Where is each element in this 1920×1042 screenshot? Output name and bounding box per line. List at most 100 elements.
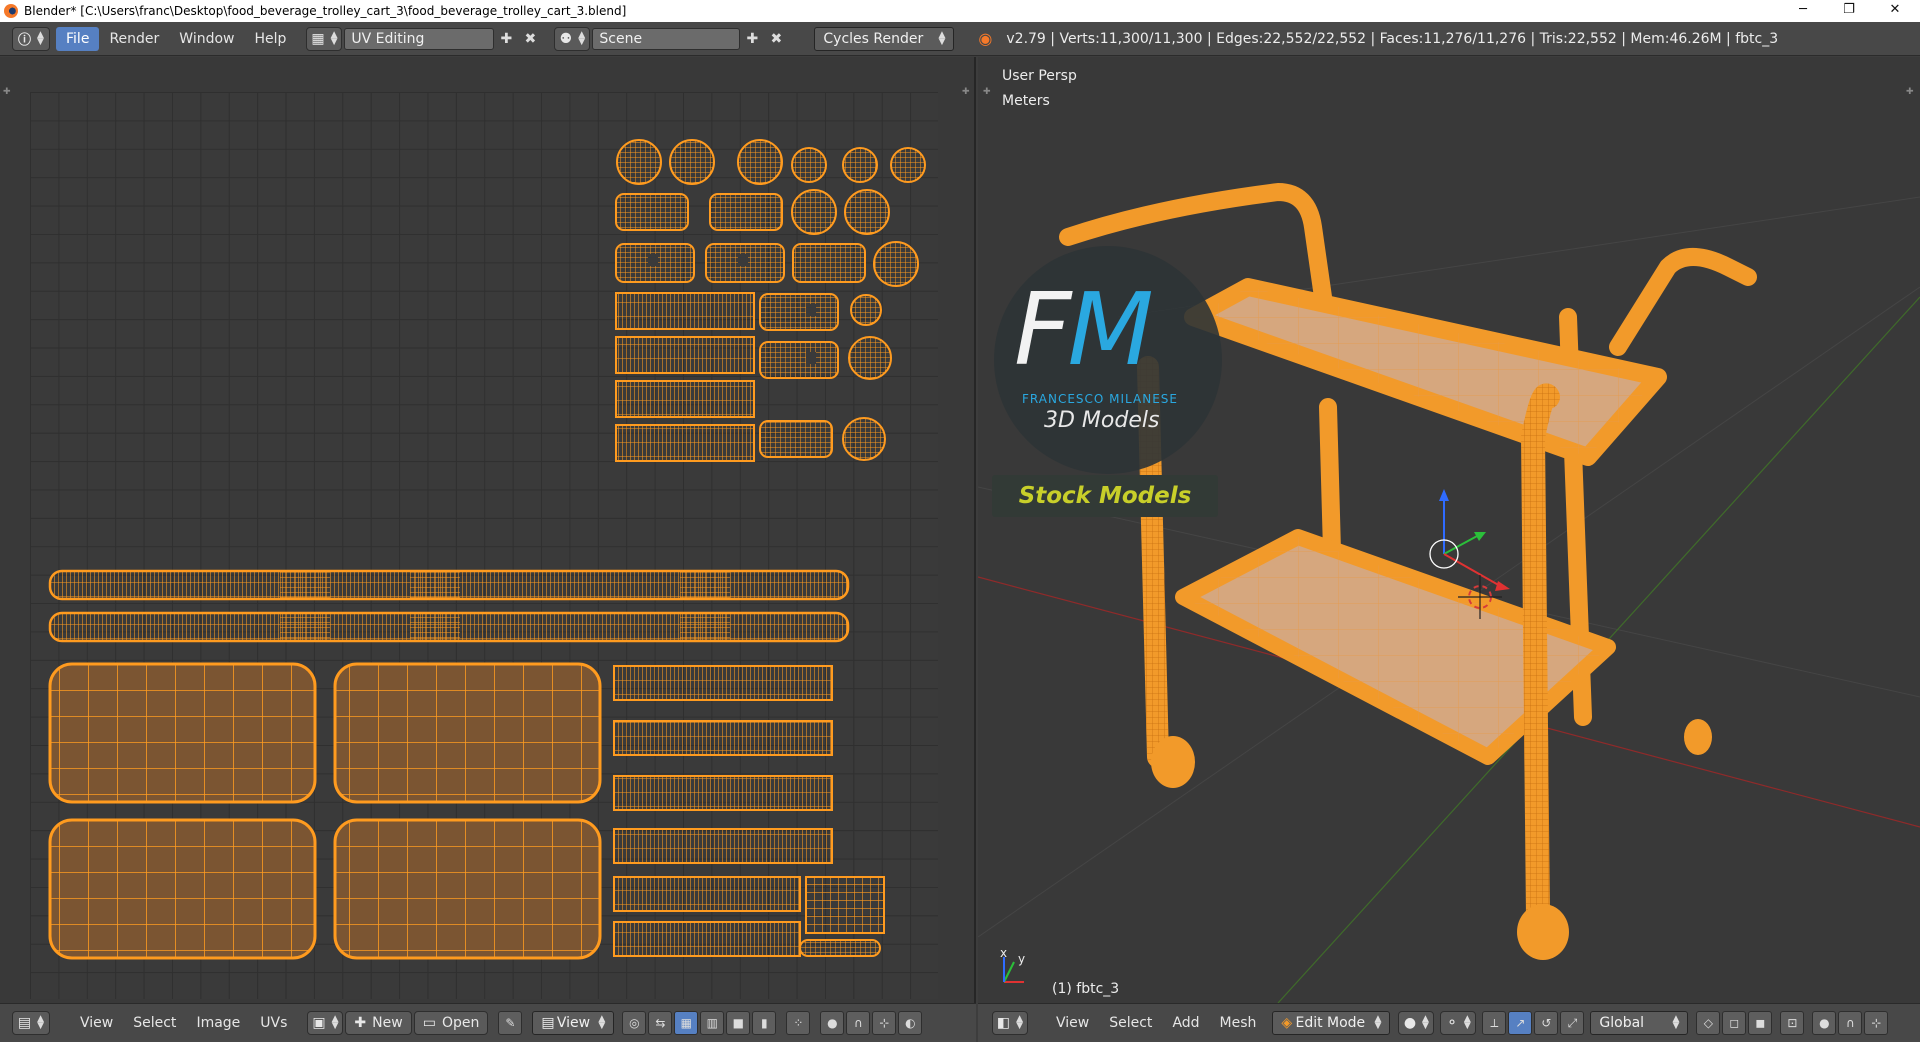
remove-layout-icon[interactable]: ✖	[518, 27, 542, 51]
folder-icon: ▭	[422, 1015, 436, 1031]
face-select-icon[interactable]: ■	[726, 1011, 751, 1035]
manipulator-toggle-icon[interactable]: ⟂	[1482, 1011, 1507, 1035]
blender-icon	[4, 4, 18, 18]
chevron-updown-icon: ▲ ▼	[1374, 1014, 1382, 1031]
proportional-edit-icon[interactable]: ●	[1812, 1011, 1837, 1035]
uv-layout[interactable]	[30, 92, 938, 999]
snap-element-icon[interactable]: ⊹	[872, 1011, 897, 1035]
uv-channel-icon[interactable]: ◐	[898, 1011, 923, 1035]
rotate-manipulator-icon[interactable]: ↺	[1534, 1011, 1559, 1035]
sync-selection-icon[interactable]: ⇆	[648, 1011, 673, 1035]
new-image-button[interactable]: ✚ New	[345, 1011, 412, 1035]
add-layout-icon[interactable]: ✚	[494, 27, 518, 51]
chevron-updown-icon: ▲ ▼	[938, 29, 946, 47]
title-bar: Blender* [C:\Users\franc\Desktop\food_be…	[0, 0, 1920, 22]
mode-dropdown[interactable]: ◈ Edit Mode ▲ ▼	[1272, 1011, 1391, 1035]
scene-field[interactable]: Scene	[592, 27, 741, 50]
edge-select-icon[interactable]: ▥	[700, 1011, 725, 1035]
region-toggle-left-icon[interactable]: ✚	[3, 87, 11, 97]
logo-tagline: 3D Models	[1044, 408, 1160, 433]
close-button[interactable]: ✕	[1872, 0, 1918, 22]
chevron-updown-icon: ▲ ▼	[331, 1014, 339, 1031]
image-editor-icon: ▤	[17, 1015, 32, 1031]
region-toggle-right-icon[interactable]: ✚	[962, 87, 970, 97]
island-select-icon[interactable]: ▮	[752, 1011, 777, 1035]
editor-type-info-button[interactable]: ⓘ ▲ ▼	[12, 26, 50, 51]
uv-islands-strips	[613, 665, 885, 957]
pivot-point-dropdown[interactable]: ⚬ ▲ ▼	[1440, 1011, 1477, 1035]
chevron-updown-icon: ▲ ▼	[330, 29, 338, 47]
uv-grid[interactable]	[30, 92, 938, 999]
pin-icon[interactable]: ✎	[498, 1011, 523, 1035]
uv-islands-trays	[48, 662, 602, 960]
chevron-updown-icon: ▲ ▼	[37, 1014, 45, 1031]
uv-menu-select[interactable]: Select	[123, 1011, 186, 1035]
uv-menu-view[interactable]: View	[70, 1011, 123, 1035]
snap-element-icon[interactable]: ⊹	[1864, 1011, 1889, 1035]
editor-type-3d-button[interactable]: ◧ ▲ ▼	[992, 1011, 1028, 1035]
active-object-label: (1) fbtc_3	[1052, 981, 1120, 997]
restore-button[interactable]: ❐	[1826, 0, 1872, 22]
scene-render[interactable]	[978, 57, 1920, 1003]
3d-viewport[interactable]: ✚ ✚ User Persp Meters y x (1) fbtc_3	[978, 57, 1920, 1003]
vp-menu-select[interactable]: Select	[1099, 1011, 1162, 1035]
image-icon: ▣	[312, 1015, 326, 1031]
uv-menu-uvs[interactable]: UVs	[250, 1011, 297, 1035]
vp-menu-add[interactable]: Add	[1162, 1011, 1209, 1035]
orientation-dropdown[interactable]: Global ▲ ▼	[1590, 1011, 1689, 1035]
info-icon: ⓘ	[18, 33, 32, 48]
view-mode-dropdown[interactable]: ▤ View ▲ ▼	[532, 1011, 615, 1035]
menu-render[interactable]: Render	[99, 27, 169, 51]
minimize-button[interactable]: ─	[1780, 0, 1826, 22]
open-image-button[interactable]: ▭ Open	[413, 1011, 489, 1035]
translate-manipulator-icon[interactable]: ↗	[1508, 1011, 1533, 1035]
image-browse-button[interactable]: ▣ ▲ ▼	[307, 1011, 344, 1035]
vp-menu-view[interactable]: View	[1046, 1011, 1099, 1035]
logo-banner: Stock Models	[992, 475, 1218, 517]
pivot-icon[interactable]: ◎	[622, 1011, 647, 1035]
render-engine-dropdown[interactable]: Cycles Render ▲ ▼	[814, 26, 955, 51]
pivot-point-icon: ⚬	[1446, 1015, 1458, 1031]
snap-icon[interactable]: ∩	[846, 1011, 871, 1035]
vp-menu-mesh[interactable]: Mesh	[1210, 1011, 1267, 1035]
scale-manipulator-icon[interactable]: ⤢	[1560, 1011, 1585, 1035]
uv-menu-image[interactable]: Image	[186, 1011, 250, 1035]
transform-gizmo[interactable]	[1429, 489, 1510, 591]
sticky-select-icon[interactable]: ⁘	[786, 1011, 811, 1035]
editor-type-uv-button[interactable]: ▤ ▲ ▼	[12, 1011, 50, 1035]
face-mode-icon[interactable]: ◼	[1748, 1011, 1773, 1035]
screen-layout-field[interactable]: UV Editing	[344, 27, 495, 50]
chevron-updown-icon: ▲ ▼	[1422, 1014, 1429, 1031]
snap-icon[interactable]: ∩	[1838, 1011, 1863, 1035]
vertex-mode-icon[interactable]: ◇	[1696, 1011, 1721, 1035]
logo-name: FRANCESCO MILANESE	[1022, 392, 1178, 406]
limit-selection-icon[interactable]: ⊡	[1780, 1011, 1805, 1035]
vertex-select-icon[interactable]: ▦	[674, 1011, 699, 1035]
scene-selector[interactable]: ⚉ ▲ ▼	[554, 26, 591, 51]
viewport-header: ◧ ▲ ▼ View Select Add Mesh ◈ Edit Mode ▲ ▼…	[978, 1003, 1920, 1042]
solid-shading-icon: ●	[1403, 1015, 1417, 1031]
menu-file[interactable]: File	[56, 26, 100, 51]
plus-icon: ✚	[354, 1015, 367, 1031]
chevron-updown-icon: ▲ ▼	[1672, 1014, 1680, 1031]
screen-layout-selector[interactable]: ▦ ▲ ▼	[306, 26, 343, 51]
render-engine-label: Cycles Render	[823, 30, 924, 47]
add-scene-icon[interactable]: ✚	[740, 27, 764, 51]
window-title: Blender* [C:\Users\franc\Desktop\food_be…	[24, 4, 627, 18]
shading-dropdown[interactable]: ● ▲ ▼	[1398, 1011, 1435, 1035]
menu-window[interactable]: Window	[169, 27, 244, 51]
chevron-updown-icon: ▲ ▼	[1016, 1014, 1024, 1031]
remove-scene-icon[interactable]: ✖	[764, 27, 788, 51]
menu-help[interactable]: Help	[244, 27, 296, 51]
edit-mode-icon: ◈	[1281, 1015, 1293, 1031]
uv-image-editor[interactable]: ✚ ✚	[0, 57, 976, 1003]
chevron-updown-icon: ▲ ▼	[598, 1014, 606, 1031]
edge-mode-icon[interactable]: ◻	[1722, 1011, 1747, 1035]
blender-logo-icon: ◉	[978, 29, 993, 48]
scene-stats: v2.79 | Verts:11,300/11,300 | Edges:22,5…	[1006, 30, 1779, 47]
uv-editor-header: ▤ ▲ ▼ View Select Image UVs ▣ ▲ ▼ ✚ New ▭ …	[0, 1003, 976, 1042]
proportional-edit-icon[interactable]: ●	[820, 1011, 845, 1035]
layout-icon: ▦	[311, 30, 325, 47]
view-mode-icon: ▤	[541, 1015, 555, 1031]
cube-icon: ◧	[996, 1015, 1011, 1031]
